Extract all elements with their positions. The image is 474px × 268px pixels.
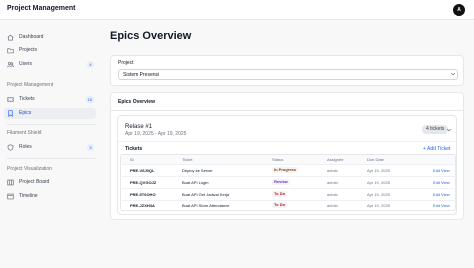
status-badge: Review xyxy=(272,179,290,185)
user-avatar[interactable]: A xyxy=(453,4,465,16)
edit-view-link[interactable]: Edit View xyxy=(433,180,450,185)
assignee: admin xyxy=(327,192,338,197)
ticket-name: Buat API Get Jadwal Kerja xyxy=(182,192,230,197)
sidebar-divider xyxy=(7,124,96,125)
ticket-id: PRE-JZXH3A xyxy=(130,203,155,208)
ticket-name: Deploy ke Server xyxy=(182,168,213,173)
ticket-icon xyxy=(7,96,14,103)
epic-card: Relase #1 Apr 19, 2025 - Apr 19, 2025 4 … xyxy=(117,115,457,215)
sidebar-item-dashboard[interactable]: Dashboard xyxy=(4,32,96,43)
assignee: admin xyxy=(327,180,338,185)
sidebar: Dashboard Projects Users 4 Project Manag… xyxy=(0,21,100,268)
board-icon xyxy=(7,179,14,186)
due-date: Apr 19, 2025 xyxy=(367,203,390,208)
tickets-label: Tickets xyxy=(125,146,143,152)
sidebar-item-label: Roles xyxy=(19,144,32,150)
sidebar-item-users[interactable]: Users 4 xyxy=(4,59,96,70)
sidebar-item-label: Projects xyxy=(19,47,38,53)
sidebar-item-label: Epics xyxy=(19,110,32,116)
column-header-id: ID xyxy=(130,157,134,162)
column-header-status: Status xyxy=(272,157,284,162)
project-filter-card: Project Sistem Presensi xyxy=(110,55,464,86)
sidebar-divider xyxy=(7,158,96,159)
section-divider xyxy=(111,110,463,111)
folder-icon xyxy=(7,47,14,54)
sidebar-item-label: Users xyxy=(19,61,33,67)
sidebar-item-tickets[interactable]: Tickets 16 xyxy=(4,94,96,105)
epic-divider xyxy=(118,141,456,142)
sidebar-item-projects[interactable]: Projects xyxy=(4,45,96,56)
group-title-project-management[interactable]: Project Management xyxy=(7,82,53,88)
ticket-id: PRE-V6J0QL xyxy=(130,168,155,173)
tickets-table: ID Ticket Status Assignee Due Date PRE-V… xyxy=(120,154,456,211)
project-select[interactable]: Sistem Presensi xyxy=(118,69,458,80)
project-label: Project xyxy=(118,60,134,66)
row-divider xyxy=(122,200,456,201)
sidebar-item-label: Project Board xyxy=(19,179,50,185)
epics-section-title: Epics Overview xyxy=(118,99,155,105)
column-header-assignee: Assignee xyxy=(327,157,344,162)
ticket-count-badge: 4 tickets xyxy=(422,125,449,134)
ticket-name: Buat API Login xyxy=(182,180,209,185)
tickets-count-badge: 16 xyxy=(85,96,94,103)
epic-title[interactable]: Relase #1 xyxy=(125,124,152,130)
sidebar-item-timeline[interactable]: Timeline xyxy=(4,191,96,202)
group-title-project-visualization[interactable]: Project Visualization xyxy=(7,166,52,172)
status-badge: In Progress xyxy=(272,167,299,173)
page-title: Epics Overview xyxy=(110,30,192,42)
ticket-id: PRE-5T6OHO xyxy=(130,192,156,197)
due-date: Apr 19, 2025 xyxy=(367,192,390,197)
column-header-due-date: Due Date xyxy=(367,157,384,162)
timeline-icon xyxy=(7,193,14,200)
app-title[interactable]: Project Management xyxy=(7,5,75,12)
column-header-ticket: Ticket xyxy=(182,157,193,162)
users-icon xyxy=(7,61,14,68)
users-count-badge: 4 xyxy=(87,61,94,68)
edit-view-link[interactable]: Edit View xyxy=(433,168,450,173)
sidebar-item-epics[interactable]: Epics xyxy=(4,108,96,119)
sidebar-item-label: Tickets xyxy=(19,96,35,102)
sidebar-item-roles[interactable]: Roles 3 xyxy=(4,142,96,153)
ticket-id: PRE-QVGOJZ xyxy=(130,180,157,185)
due-date: Apr 19, 2025 xyxy=(367,168,390,173)
sidebar-item-label: Timeline xyxy=(19,193,38,199)
status-badge: To Do xyxy=(272,202,288,208)
epics-overview-card: Epics Overview Relase #1 Apr 19, 2025 - … xyxy=(110,92,464,220)
chevron-down-icon[interactable] xyxy=(446,127,452,133)
roles-count-badge: 3 xyxy=(87,144,94,151)
sidebar-item-label: Dashboard xyxy=(19,34,44,40)
table-header: ID Ticket Status Assignee Due Date xyxy=(121,155,455,164)
group-title-filament-shield[interactable]: Filament Shield xyxy=(7,130,41,136)
due-date: Apr 19, 2025 xyxy=(367,180,390,185)
add-ticket-button[interactable]: + Add Ticket xyxy=(423,146,450,152)
assignee: admin xyxy=(327,168,338,173)
assignee: admin xyxy=(327,203,338,208)
shield-icon xyxy=(7,144,14,151)
bookmark-icon xyxy=(7,110,14,117)
status-badge: To Do xyxy=(272,191,288,197)
chevron-down-icon[interactable] xyxy=(450,71,456,77)
row-divider xyxy=(122,188,456,189)
home-icon xyxy=(7,34,14,41)
top-bar: Project Management A xyxy=(0,0,474,20)
row-divider xyxy=(122,176,456,177)
sidebar-item-project-board[interactable]: Project Board xyxy=(4,177,96,188)
row-divider xyxy=(122,164,456,165)
edit-view-link[interactable]: Edit View xyxy=(433,192,450,197)
edit-view-link[interactable]: Edit View xyxy=(433,203,450,208)
epic-dates: Apr 19, 2025 - Apr 19, 2025 xyxy=(125,131,187,137)
project-select-value: Sistem Presensi xyxy=(123,72,160,78)
ticket-name: Buat API Store Attendance xyxy=(182,203,230,208)
